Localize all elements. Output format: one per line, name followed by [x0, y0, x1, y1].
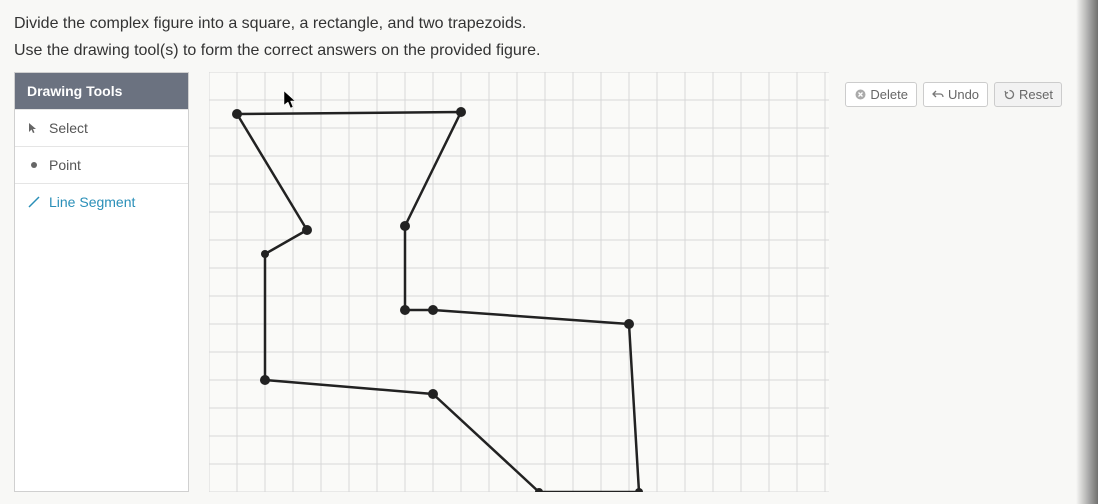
line-icon — [27, 195, 41, 209]
instructions: Divide the complex figure into a square,… — [0, 0, 1098, 72]
dot-icon — [27, 158, 41, 172]
undo-button[interactable]: Undo — [923, 82, 988, 107]
tool-line-segment[interactable]: Line Segment — [15, 183, 188, 220]
delete-icon — [854, 89, 866, 101]
grid-svg — [209, 72, 829, 492]
drawing-tools-panel: Drawing Tools Select Point Line Segment — [14, 72, 189, 492]
tool-select[interactable]: Select — [15, 109, 188, 146]
workspace: Drawing Tools Select Point Line Segment — [0, 72, 1098, 492]
tool-point[interactable]: Point — [15, 146, 188, 183]
undo-icon — [932, 89, 944, 101]
undo-label: Undo — [948, 87, 979, 102]
tool-label: Select — [49, 120, 88, 136]
action-buttons: Delete Undo Reset — [845, 82, 1062, 107]
tool-label: Point — [49, 157, 81, 173]
instruction-line-1: Divide the complex figure into a square,… — [14, 10, 1084, 37]
canvas-wrap — [189, 72, 1084, 492]
delete-button[interactable]: Delete — [845, 82, 917, 107]
instruction-line-2: Use the drawing tool(s) to form the corr… — [14, 37, 1084, 64]
delete-label: Delete — [870, 87, 908, 102]
tools-header: Drawing Tools — [15, 73, 188, 109]
tool-label: Line Segment — [49, 194, 135, 210]
cursor-icon — [27, 121, 41, 135]
reset-label: Reset — [1019, 87, 1053, 102]
drawing-canvas[interactable] — [209, 72, 829, 492]
pointer-cursor-icon — [283, 90, 299, 115]
reset-icon — [1003, 89, 1015, 101]
reset-button[interactable]: Reset — [994, 82, 1062, 107]
